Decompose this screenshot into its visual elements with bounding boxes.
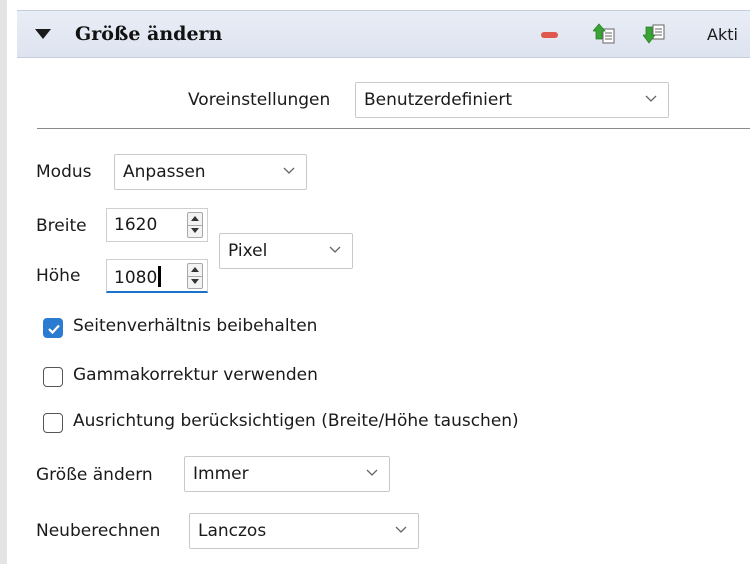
chevron-down-icon <box>329 246 341 253</box>
presets-value: Benutzerdefiniert <box>364 90 512 110</box>
chevron-down-icon <box>283 167 295 174</box>
presets-select[interactable]: Benutzerdefiniert <box>355 82 669 118</box>
move-down-icon[interactable] <box>643 23 665 45</box>
mode-label: Modus <box>36 162 92 182</box>
width-field[interactable]: 1620 <box>106 208 208 242</box>
unit-value: Pixel <box>228 241 268 261</box>
text-caret <box>158 266 162 287</box>
width-value: 1620 <box>114 215 158 235</box>
decrement-icon[interactable] <box>188 276 202 288</box>
resize-panel: Größe ändern Akti Voreinstellungen Benut… <box>7 0 750 564</box>
height-label: Höhe <box>36 266 81 286</box>
height-value: 1080 <box>114 268 158 288</box>
resample-label: Neuberechnen <box>36 521 161 541</box>
orientation-checkbox[interactable] <box>43 413 63 433</box>
resample-value: Lanczos <box>198 521 267 541</box>
resize-value: Immer <box>193 464 249 484</box>
move-up-icon[interactable] <box>593 23 615 45</box>
height-field[interactable]: 1080 <box>106 259 208 293</box>
gamma-label[interactable]: Gammakorrektur verwenden <box>73 365 318 385</box>
checkmark-icon <box>48 324 60 335</box>
separator <box>37 128 750 129</box>
chevron-down-icon <box>645 95 657 102</box>
mode-value: Anpassen <box>123 162 206 182</box>
mode-select[interactable]: Anpassen <box>114 154 307 190</box>
chevron-down-icon <box>366 469 378 476</box>
resize-select[interactable]: Immer <box>184 456 390 492</box>
orientation-label[interactable]: Ausrichtung berücksichtigen (Breite/Höhe… <box>73 411 519 431</box>
height-spinner[interactable] <box>187 263 203 289</box>
collapse-triangle-icon[interactable] <box>35 29 51 39</box>
decrement-icon[interactable] <box>188 225 202 237</box>
height-text: 1080 <box>114 266 162 288</box>
gamma-checkbox[interactable] <box>43 367 63 387</box>
active-label[interactable]: Akti <box>707 25 738 44</box>
presets-label: Voreinstellungen <box>188 90 331 110</box>
width-spinner[interactable] <box>187 212 203 238</box>
chevron-down-icon <box>395 526 407 533</box>
section-header[interactable]: Größe ändern Akti <box>17 10 750 58</box>
resample-select[interactable]: Lanczos <box>189 513 419 549</box>
width-label: Breite <box>36 216 87 236</box>
left-edge <box>0 0 7 564</box>
section-title: Größe ändern <box>75 23 223 45</box>
keep-aspect-label[interactable]: Seitenverhältnis beibehalten <box>73 316 317 336</box>
resize-label: Größe ändern <box>36 465 153 485</box>
remove-icon[interactable] <box>541 32 558 38</box>
keep-aspect-checkbox[interactable] <box>43 318 63 338</box>
unit-select[interactable]: Pixel <box>219 233 353 269</box>
